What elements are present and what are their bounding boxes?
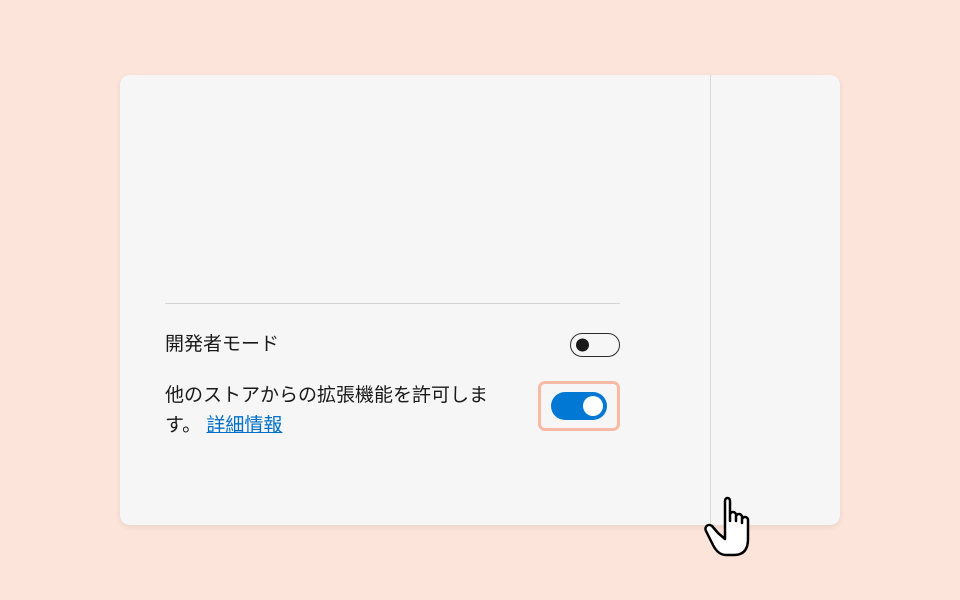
developer-mode-toggle[interactable]	[570, 333, 620, 357]
more-info-link[interactable]: 詳細情報	[206, 415, 282, 436]
developer-mode-label: 開発者モード	[165, 330, 279, 359]
allow-other-stores-label: 他のストアからの拡張機能を許可します。 詳細情報	[165, 381, 505, 440]
allow-other-stores-row: 他のストアからの拡張機能を許可します。 詳細情報	[165, 381, 620, 440]
vertical-divider	[710, 75, 711, 525]
developer-mode-row: 開発者モード	[165, 330, 620, 359]
settings-panel: 開発者モード 他のストアからの拡張機能を許可します。 詳細情報	[120, 75, 840, 525]
settings-content: 開発者モード 他のストアからの拡張機能を許可します。 詳細情報	[165, 303, 780, 440]
toggle-knob	[576, 338, 589, 351]
allow-other-stores-toggle[interactable]	[551, 392, 607, 420]
section-divider	[165, 303, 620, 304]
toggle-highlight-box	[538, 381, 620, 431]
toggle-knob	[583, 396, 603, 416]
